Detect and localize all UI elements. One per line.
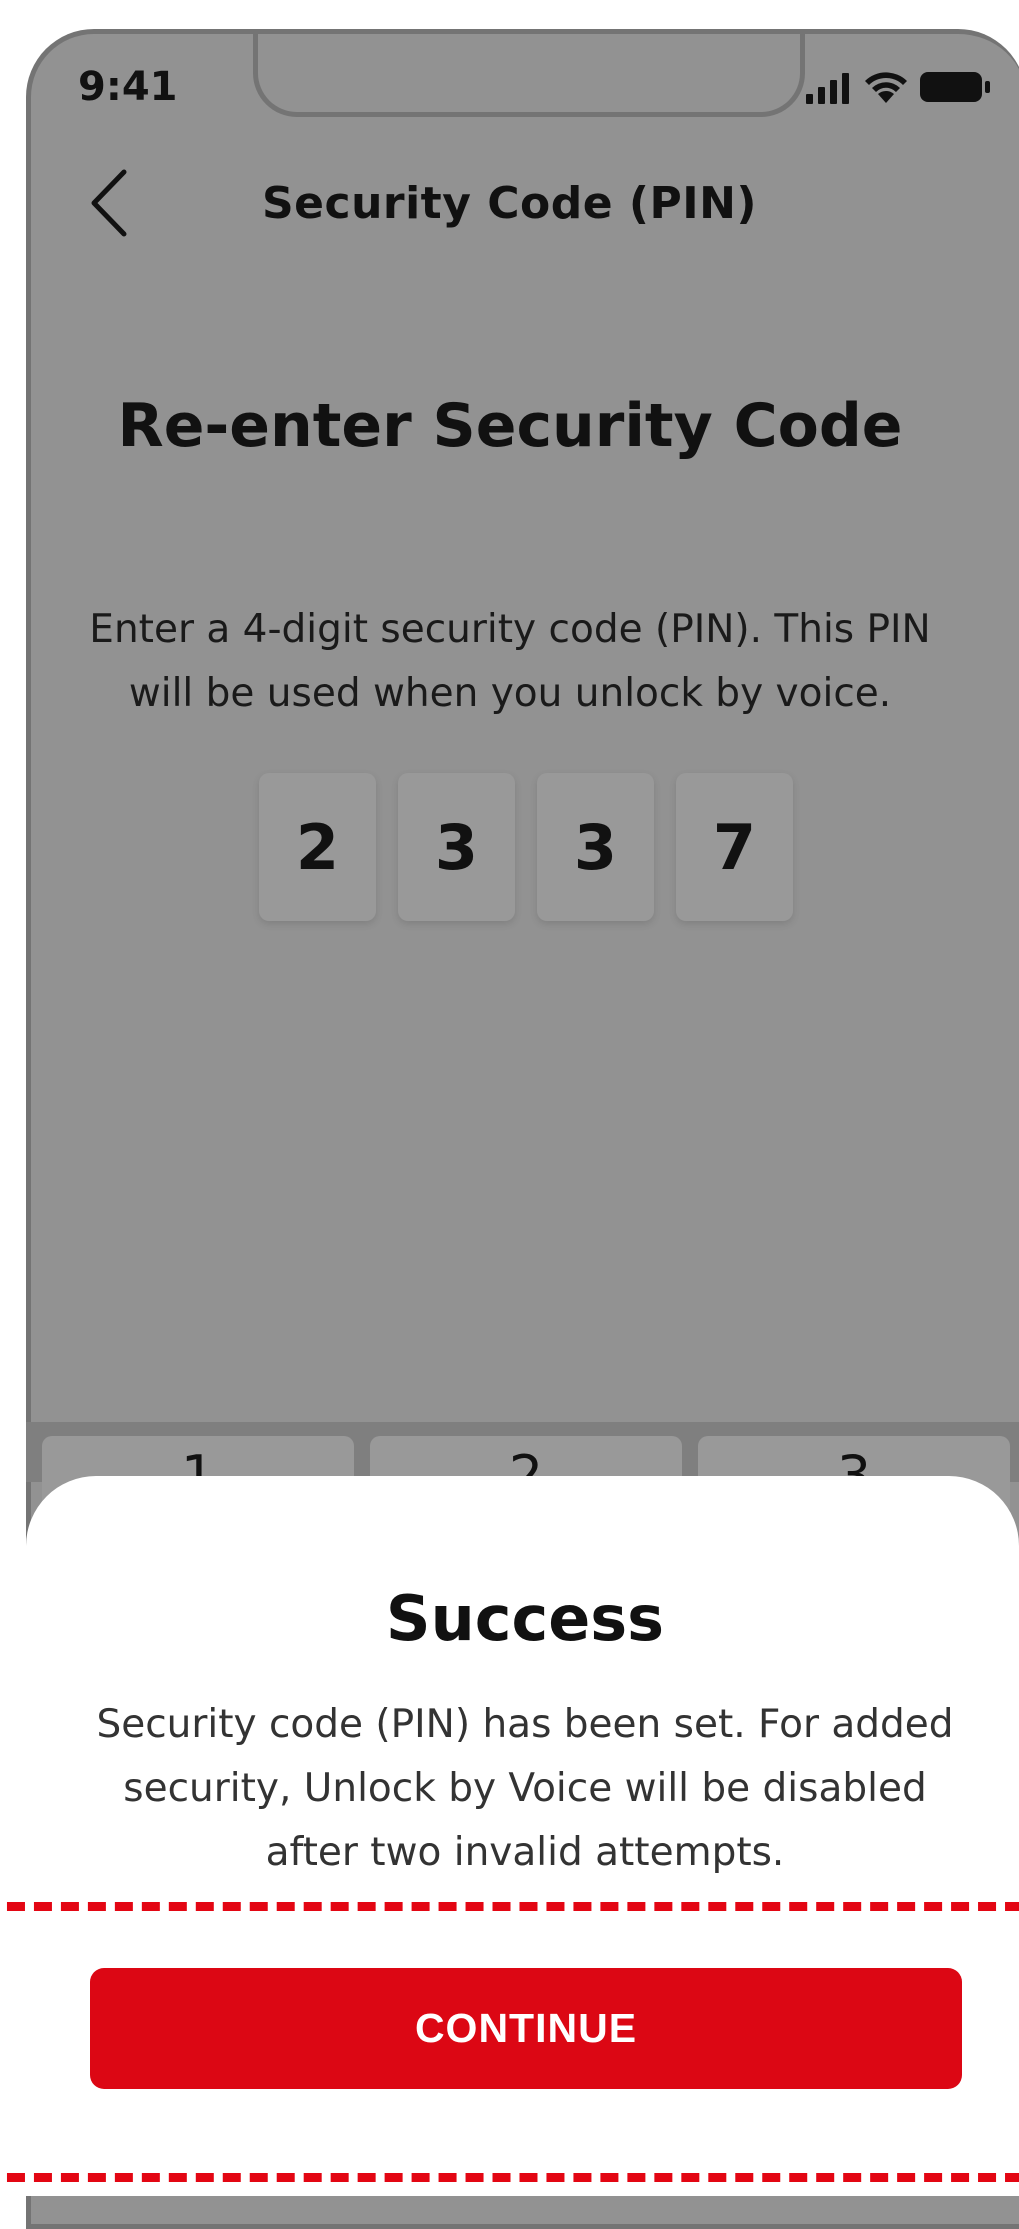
screen-description: Enter a 4-digit security code (PIN). Thi… [89, 607, 931, 716]
battery-icon [920, 72, 990, 102]
dialog-title: Success [385, 1582, 665, 1655]
pin-digit-2[interactable]: 3 [398, 773, 515, 921]
pin-digit-1[interactable]: 2 [259, 773, 376, 921]
screen-heading: Re-enter Security Code [117, 391, 903, 461]
continue-button[interactable]: CONTINUE [90, 1968, 962, 2089]
wifi-icon [865, 72, 907, 103]
phone-notch [253, 34, 805, 117]
pin-digit-3[interactable]: 3 [537, 773, 654, 921]
status-time: 9:41 [78, 64, 178, 110]
pin-digit-4[interactable]: 7 [676, 773, 793, 921]
dialog-message: Security code (PIN) has been set. For ad… [96, 1702, 954, 1875]
signal-icon [806, 73, 849, 104]
page-title: Security Code (PIN) [261, 178, 758, 229]
